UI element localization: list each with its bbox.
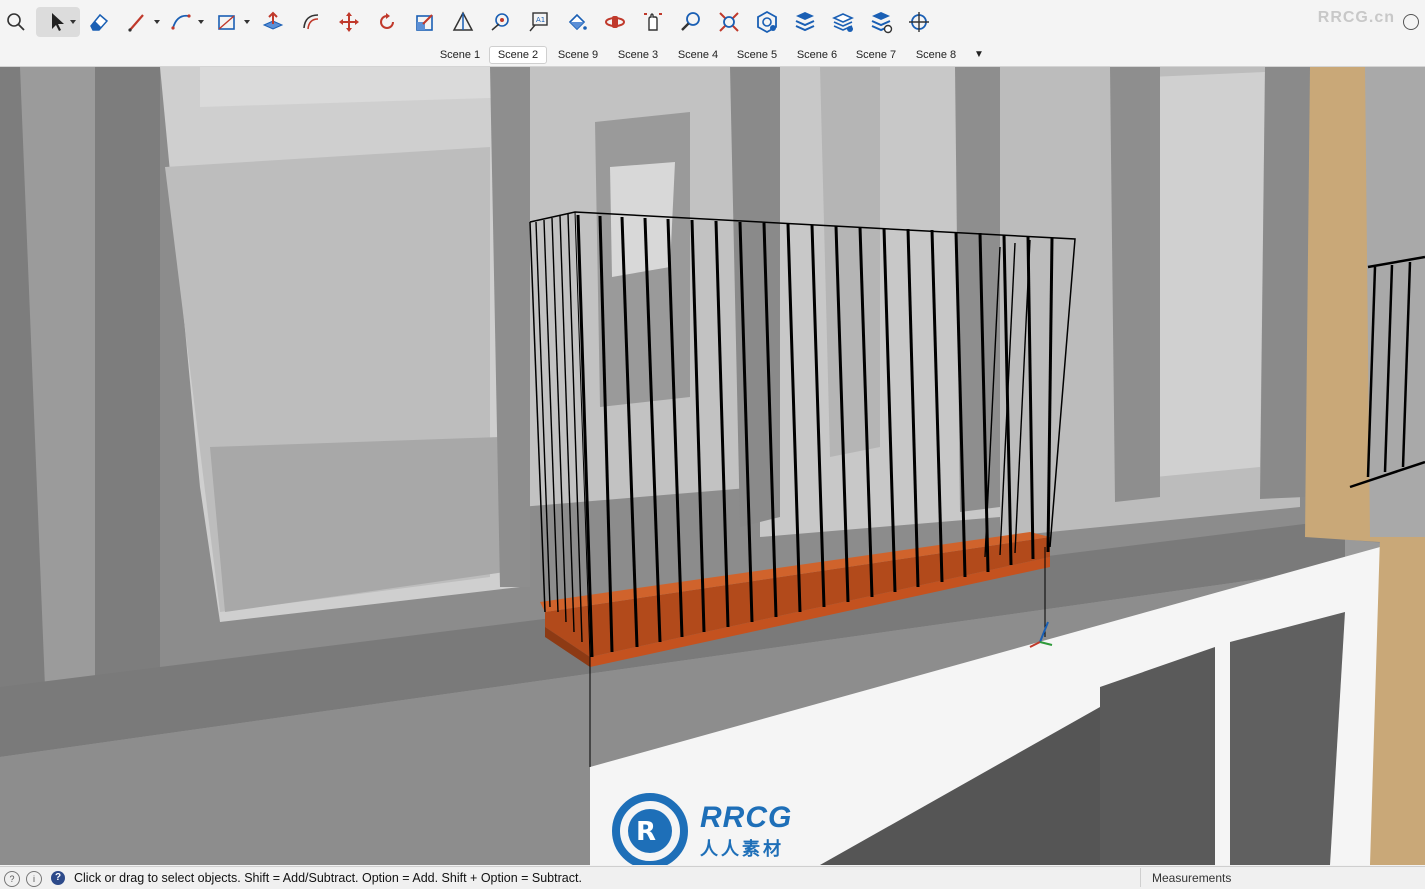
help-icon[interactable]: ? xyxy=(51,871,65,885)
text-icon[interactable]: A1 xyxy=(524,7,554,37)
logo-emblem-icon: R xyxy=(612,793,688,865)
tab-scene-5[interactable]: Scene 5 xyxy=(729,47,785,63)
logo-subtitle: 人人素材 xyxy=(700,839,784,859)
tab-scene-9[interactable]: Scene 9 xyxy=(550,47,606,63)
eraser-icon[interactable] xyxy=(84,7,114,37)
tab-scene-3[interactable]: Scene 3 xyxy=(610,47,666,63)
tape-measure-icon[interactable] xyxy=(486,7,516,37)
pencil-icon[interactable] xyxy=(122,7,152,37)
search-icon[interactable] xyxy=(1,7,31,37)
status-message: Click or drag to select objects. Shift =… xyxy=(74,871,582,885)
layers-icon[interactable] xyxy=(828,7,858,37)
select-icon xyxy=(52,13,64,31)
watermark-brand: RRCG.cn xyxy=(1317,9,1395,26)
interior-column xyxy=(820,67,880,457)
user-icon[interactable] xyxy=(1403,14,1419,30)
svg-text:R: R xyxy=(636,817,656,847)
select-caret-icon[interactable] xyxy=(70,20,76,24)
geo-location-icon[interactable]: ? xyxy=(4,871,20,887)
arc-icon[interactable] xyxy=(166,7,196,37)
zoom-extents-icon[interactable] xyxy=(714,7,744,37)
measurements-label: Measurements xyxy=(1152,871,1232,885)
status-bar: ? i ? Click or drag to select objects. S… xyxy=(0,866,1425,889)
interior-door-light xyxy=(610,162,675,277)
move-icon[interactable] xyxy=(334,7,364,37)
paint-bucket-icon[interactable] xyxy=(562,7,592,37)
orbit-icon[interactable] xyxy=(600,7,630,37)
3d-viewport[interactable]: R RRCG 人人素材 xyxy=(0,67,1425,865)
far-right-glass xyxy=(1150,72,1265,477)
zoom-icon[interactable] xyxy=(676,7,706,37)
section-icon[interactable] xyxy=(448,7,478,37)
svg-text:A1: A1 xyxy=(536,16,545,24)
tab-scene-7[interactable]: Scene 7 xyxy=(848,47,904,63)
offset-icon[interactable] xyxy=(296,7,326,37)
info-icon[interactable]: i xyxy=(26,871,42,887)
tab-scene-2[interactable]: Scene 2 xyxy=(489,46,547,64)
lower-window-3 xyxy=(1230,612,1345,865)
logo-text: RRCG xyxy=(700,801,793,834)
main-toolbar: A1 RRCG.cn xyxy=(0,0,1425,44)
tab-scene-4[interactable]: Scene 4 xyxy=(670,47,726,63)
tab-scene-1[interactable]: Scene 1 xyxy=(433,47,487,63)
position-camera-icon[interactable] xyxy=(904,7,934,37)
tags-icon[interactable] xyxy=(790,7,820,37)
mullion-4 xyxy=(1110,67,1160,502)
scene-drawing xyxy=(0,67,1425,865)
pencil-caret-icon[interactable] xyxy=(154,20,160,24)
push-pull-icon[interactable] xyxy=(258,7,288,37)
scene-tab-bar: Scene 1 Scene 2 Scene 9 Scene 3 Scene 4 … xyxy=(0,44,1425,67)
rectangle-caret-icon[interactable] xyxy=(244,20,250,24)
rotate-icon[interactable] xyxy=(372,7,402,37)
logo-watermark: R RRCG 人人素材 xyxy=(612,793,822,865)
arc-caret-icon[interactable] xyxy=(198,20,204,24)
scale-icon[interactable] xyxy=(410,7,440,37)
mullion-5 xyxy=(1260,67,1310,499)
tab-scene-8[interactable]: Scene 8 xyxy=(908,47,964,63)
components-icon[interactable] xyxy=(752,7,782,37)
tab-scene-6[interactable]: Scene 6 xyxy=(789,47,845,63)
pan-icon[interactable] xyxy=(638,7,668,37)
scenes-more-button[interactable]: ▼ xyxy=(974,47,984,63)
rectangle-icon[interactable] xyxy=(212,7,242,37)
styles-icon[interactable] xyxy=(866,7,896,37)
